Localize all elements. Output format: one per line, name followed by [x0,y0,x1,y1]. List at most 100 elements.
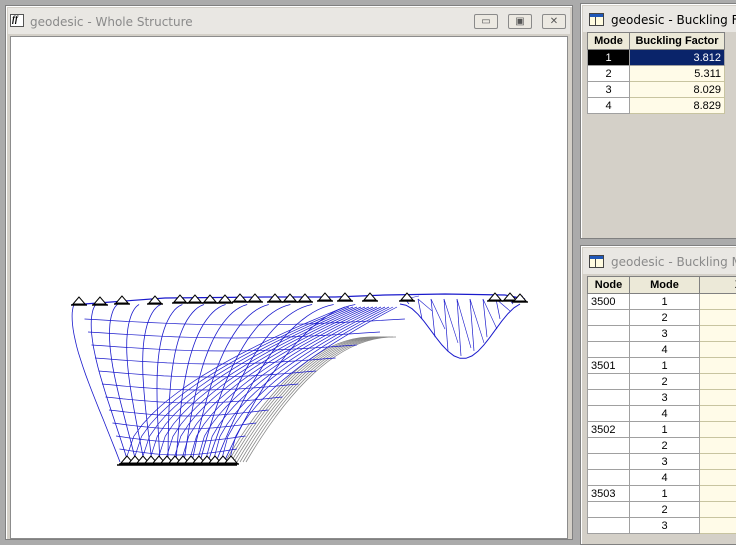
column-header-node[interactable]: Node [588,277,630,294]
node-cell[interactable]: 3501 [588,358,630,374]
buckling-mode-titlebar[interactable]: geodesic - Buckling Mode [583,248,736,274]
app-icon[interactable]: ff [10,14,24,27]
table-row[interactable]: 35001 [588,294,736,310]
table-row[interactable]: 35031 [588,486,736,502]
node-cell[interactable] [588,438,630,454]
table-row[interactable]: 2 [588,310,736,326]
x-cell[interactable] [700,390,736,406]
mode-cell[interactable]: 3 [630,390,700,406]
table-row[interactable]: 4 [588,406,736,422]
node-cell[interactable] [588,454,630,470]
table-row[interactable]: 2 [588,374,736,390]
node-cell[interactable]: 3502 [588,422,630,438]
x-cell[interactable] [700,310,736,326]
mode-cell[interactable]: 2 [630,310,700,326]
mode-cell[interactable]: 3 [630,454,700,470]
mode-cell[interactable]: 3 [588,82,630,98]
mode-cell[interactable]: 3 [630,518,700,534]
node-cell[interactable] [588,502,630,518]
table-row[interactable]: 2 [588,502,736,518]
node-cell[interactable] [588,390,630,406]
buckling-factor-table[interactable]: Mode Buckling Factor 1 3.812 2 5.311 3 8… [587,32,725,114]
mode-cell[interactable]: 1 [588,50,630,66]
bulge-member [483,299,497,329]
maximize-button[interactable]: ▣ [508,14,532,29]
structure-viewport[interactable] [10,36,568,539]
x-cell[interactable] [700,502,736,518]
factor-cell[interactable]: 3.812 [630,50,725,66]
node-cell[interactable] [588,470,630,486]
mode-cell[interactable]: 3 [630,326,700,342]
table-row[interactable]: 4 8.829 [588,98,725,114]
mode-cell[interactable]: 2 [630,502,700,518]
table-row[interactable]: 2 [588,438,736,454]
table-row[interactable]: 2 5.311 [588,66,725,82]
table-row[interactable]: 35021 [588,422,736,438]
mode-cell[interactable]: 1 [630,486,700,502]
node-cell[interactable] [588,310,630,326]
x-cell[interactable] [700,342,736,358]
x-cell[interactable] [700,406,736,422]
buckling-mode-grid[interactable]: Node Mode X 3500123435011234350212343503… [587,276,736,544]
whole-structure-titlebar[interactable]: ff geodesic - Whole Structure ▭ ▣ ✕ [8,8,570,34]
table-row[interactable]: 4 [588,342,736,358]
column-header-x[interactable]: X [700,277,736,294]
column-header-buckling-factor[interactable]: Buckling Factor [630,33,725,50]
mode-cell[interactable]: 1 [630,294,700,310]
minimize-button[interactable]: ▭ [474,14,498,29]
node-cell[interactable]: 3503 [588,486,630,502]
mode-cell[interactable]: 1 [630,422,700,438]
node-cell[interactable] [588,326,630,342]
node-cell[interactable] [588,342,630,358]
table-row[interactable]: 3 [588,326,736,342]
x-cell[interactable] [700,294,736,310]
column-header-mode[interactable]: Mode [630,277,700,294]
mode-shape-ring [102,384,298,390]
x-cell[interactable] [700,518,736,534]
factor-cell[interactable]: 8.829 [630,98,725,114]
x-cell[interactable] [700,486,736,502]
buckling-mode-table[interactable]: Node Mode X 3500123435011234350212343503… [587,276,736,534]
mode-cell[interactable]: 2 [630,374,700,390]
column-header-mode[interactable]: Mode [588,33,630,50]
node-cell[interactable] [588,518,630,534]
mode-shape-rib [141,307,353,462]
x-cell[interactable] [700,358,736,374]
mode-cell[interactable]: 4 [630,406,700,422]
bulge-member [470,299,484,343]
factor-cell[interactable]: 5.311 [630,66,725,82]
factor-cell[interactable]: 8.029 [630,82,725,98]
x-cell[interactable] [700,422,736,438]
mode-cell[interactable]: 4 [630,470,700,486]
node-cell[interactable] [588,374,630,390]
mode-shape-rib [157,305,182,463]
table-row[interactable]: 3 [588,390,736,406]
node-cell[interactable]: 3500 [588,294,630,310]
mode-shape-ring [99,371,317,377]
table-row[interactable]: 4 [588,470,736,486]
x-cell[interactable] [700,470,736,486]
table-row[interactable]: 3 [588,454,736,470]
buckling-mode-shape-drawing[interactable] [11,37,568,539]
x-cell[interactable] [700,326,736,342]
table-row[interactable]: 3 [588,518,736,534]
support-icon [219,295,231,302]
support-icon [204,295,216,302]
x-cell[interactable] [700,438,736,454]
buckling-factor-grid[interactable]: Mode Buckling Factor 1 3.812 2 5.311 3 8… [587,32,736,238]
window-title: geodesic - Buckling Factor [611,13,736,27]
mode-cell[interactable]: 1 [630,358,700,374]
mode-cell[interactable]: 4 [630,342,700,358]
mode-cell[interactable]: 2 [630,438,700,454]
mode-cell[interactable]: 2 [588,66,630,82]
table-row[interactable]: 35011 [588,358,736,374]
x-cell[interactable] [700,454,736,470]
close-button[interactable]: ✕ [542,14,566,29]
mode-shape-rib [208,305,312,463]
mode-cell[interactable]: 4 [588,98,630,114]
buckling-factor-titlebar[interactable]: geodesic - Buckling Factor [583,6,736,32]
table-row[interactable]: 3 8.029 [588,82,725,98]
x-cell[interactable] [700,374,736,390]
table-row[interactable]: 1 3.812 [588,50,725,66]
node-cell[interactable] [588,406,630,422]
